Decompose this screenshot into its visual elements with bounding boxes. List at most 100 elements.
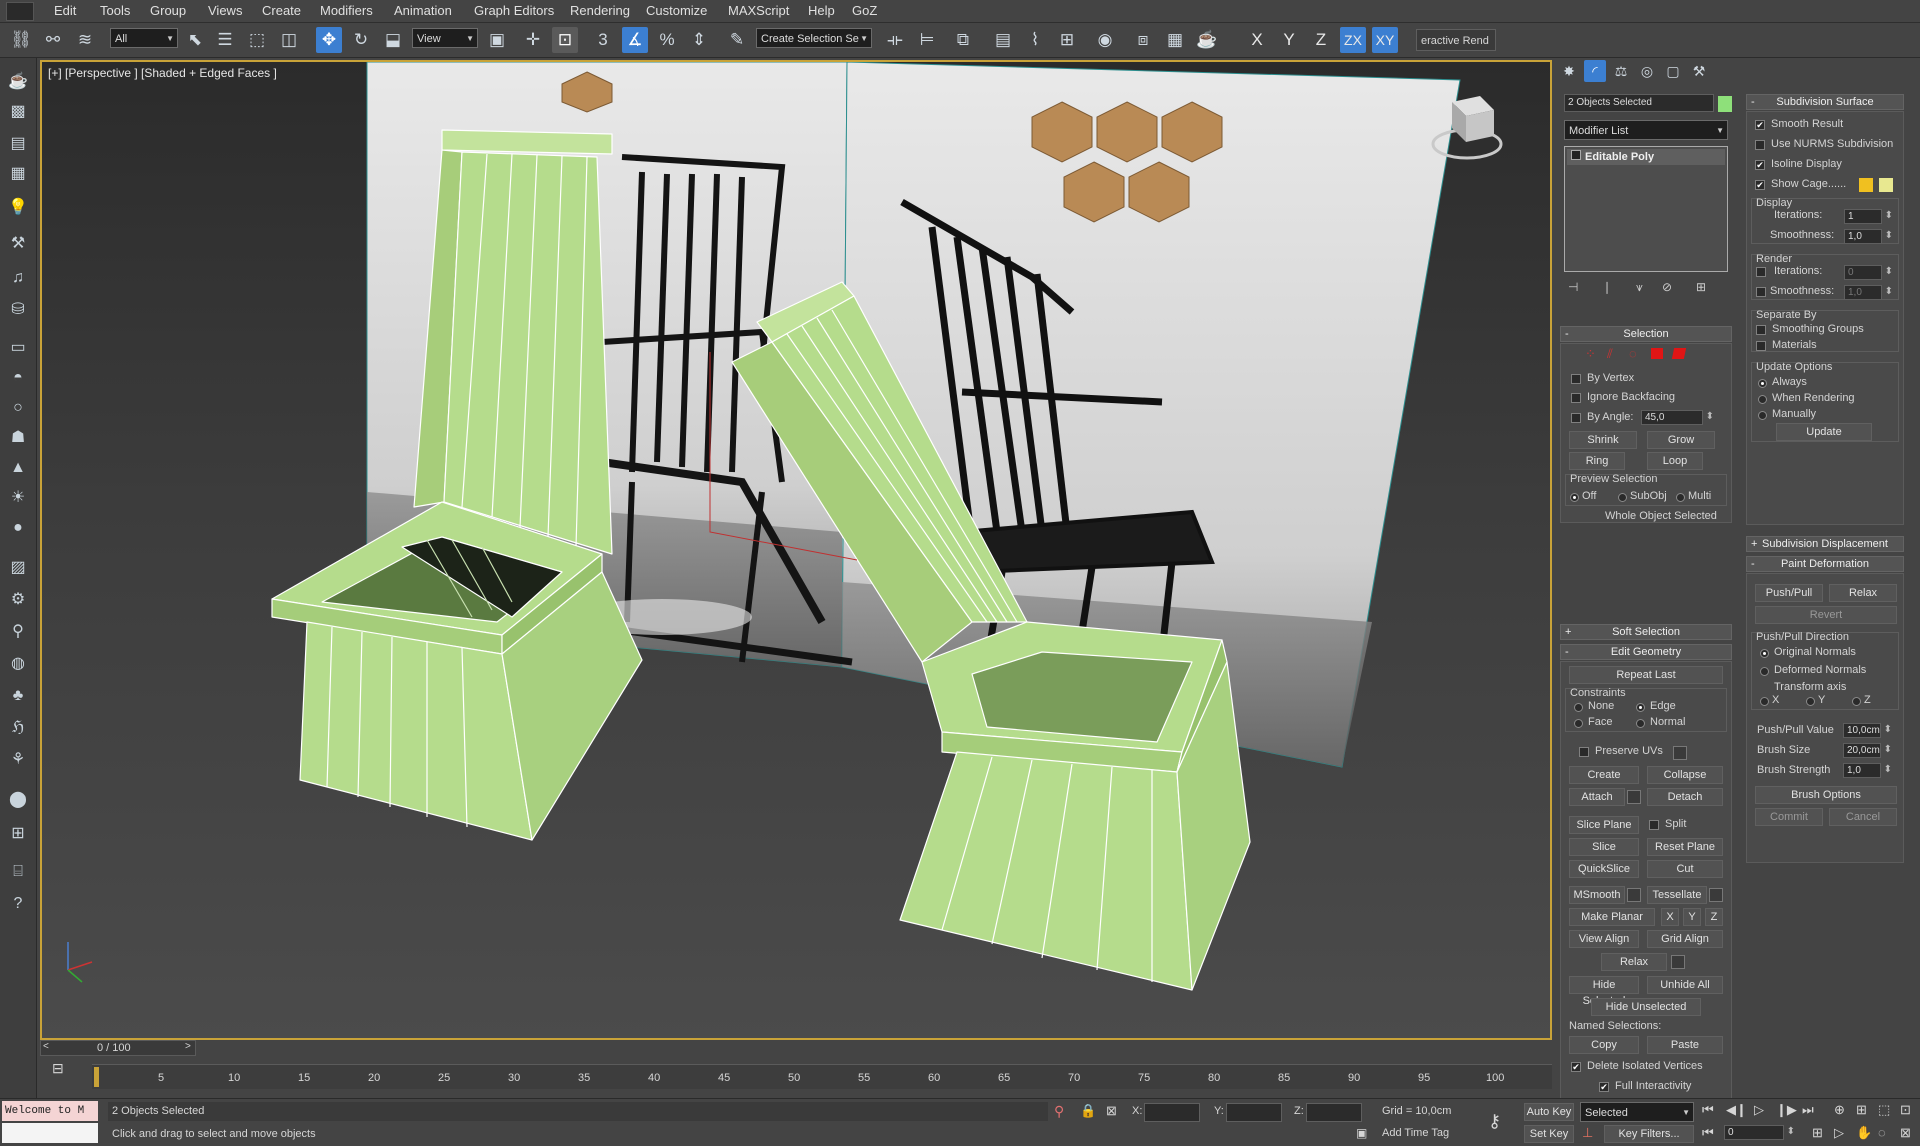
help-icon[interactable]: ? (6, 892, 30, 916)
sun-icon[interactable]: ☀ (6, 486, 30, 510)
selection-filter-dropdown[interactable]: All (110, 28, 178, 49)
rect-selection-icon[interactable]: ⬚ (244, 27, 270, 53)
by-angle-checkbox[interactable] (1571, 413, 1581, 423)
subdivision-surface-header[interactable]: - Subdivision Surface (1746, 94, 1904, 110)
key-mode-dropdown[interactable]: Selected (1580, 1102, 1694, 1123)
border-mode-icon[interactable]: ◌ (1629, 346, 1637, 361)
time-slider-next-icon[interactable]: > (185, 1041, 191, 1052)
unhide-all-button[interactable]: Unhide All (1647, 976, 1723, 994)
hide-selected-button[interactable]: Hide Selected (1569, 976, 1639, 1007)
by-vertex-checkbox[interactable] (1571, 374, 1581, 384)
calendar-icon[interactable]: ▦ (6, 162, 30, 186)
materials-checkbox[interactable] (1756, 341, 1766, 351)
repeat-last-button[interactable]: Repeat Last (1569, 666, 1723, 684)
full-interactivity-checkbox[interactable]: ✔ (1599, 1082, 1609, 1092)
select-object-icon[interactable]: ⬉ (182, 27, 208, 53)
paint-deformation-header[interactable]: - Paint Deformation (1746, 556, 1904, 572)
menu-animation[interactable]: Animation (394, 3, 452, 18)
object-name-field[interactable]: 2 Objects Selected (1564, 94, 1725, 112)
time-config-icon[interactable]: ⊞ (1812, 1125, 1823, 1141)
ignore-backfacing-checkbox[interactable] (1571, 393, 1581, 403)
edit-geometry-rollout-header[interactable]: - Edit Geometry (1560, 644, 1732, 660)
preserve-uvs-checkbox[interactable] (1579, 747, 1589, 757)
tessellate-button[interactable]: Tessellate (1647, 886, 1707, 904)
make-unique-icon[interactable]: ⩛ (1636, 280, 1643, 295)
field-of-view-icon[interactable]: ▷ (1834, 1125, 1844, 1141)
angle-snap-icon[interactable]: ∡ (622, 27, 648, 53)
rendered-frame-icon[interactable]: ▦ (1162, 27, 1188, 53)
update-manually-radio[interactable] (1758, 411, 1767, 420)
unlink-icon[interactable]: ⚯ (40, 27, 66, 53)
menu-modifiers[interactable]: Modifiers (320, 3, 373, 18)
hierarchy-tab-icon[interactable]: ⚖ (1610, 60, 1632, 82)
planar-x-button[interactable]: X (1661, 908, 1679, 926)
zoom-extents-all-icon[interactable]: ⊡ (1900, 1102, 1911, 1118)
msmooth-button[interactable]: MSmooth (1569, 886, 1625, 904)
set-key-button[interactable]: Set Key (1524, 1125, 1574, 1143)
stack-expand-icon[interactable] (1571, 150, 1581, 160)
link-icon[interactable]: ⛓ (8, 27, 34, 53)
layer-manager-icon[interactable]: ⧉ (950, 27, 976, 53)
update-always-radio[interactable] (1758, 379, 1767, 388)
display-tab-icon[interactable]: ▢ (1662, 60, 1684, 82)
sphere-icon[interactable]: ○ (6, 396, 30, 420)
lock-selection-icon[interactable]: 🔒 (1080, 1103, 1096, 1119)
smooth-result-checkbox[interactable]: ✔ (1755, 120, 1765, 130)
constraint-face-radio[interactable] (1574, 719, 1583, 728)
orbit-icon[interactable]: ◌ (1878, 1125, 1886, 1140)
grid-align-button[interactable]: Grid Align (1647, 930, 1723, 948)
menu-graph-editors[interactable]: Graph Editors (474, 3, 554, 18)
goto-end-icon[interactable]: ⏭ (1802, 1102, 1814, 1118)
globe-icon[interactable]: ◍ (6, 652, 30, 676)
element-mode-icon[interactable] (1671, 348, 1687, 359)
vertex-mode-icon[interactable]: ⁘ (1585, 346, 1596, 362)
axis-z-radio[interactable] (1852, 697, 1861, 706)
goto-start-icon[interactable]: ⏮ (1702, 1102, 1714, 1118)
box-icon[interactable]: ▭ (6, 336, 30, 360)
pan-icon[interactable]: ✋ (1856, 1125, 1872, 1141)
axis-y-radio[interactable] (1806, 697, 1815, 706)
cut-button[interactable]: Cut (1647, 860, 1723, 878)
render-iterations-spinner[interactable]: 0 (1844, 265, 1893, 280)
edge-mode-icon[interactable]: ⫽ (1607, 346, 1613, 362)
script-icon[interactable]: ⌸ (6, 860, 30, 884)
absolute-mode-icon[interactable]: ⊠ (1106, 1103, 1117, 1119)
scene-explorer-icon[interactable]: ▤ (6, 132, 30, 156)
selection-rollout-header[interactable]: - Selection (1560, 326, 1732, 342)
modify-tab-icon[interactable]: ◜ (1584, 60, 1606, 82)
z-coord-field[interactable] (1306, 1103, 1362, 1122)
preserve-uvs-settings-icon[interactable] (1673, 746, 1687, 760)
scale-icon[interactable]: ⬓ (380, 27, 406, 53)
rotate-icon[interactable]: ↻ (348, 27, 374, 53)
select-by-name-icon[interactable]: ☰ (212, 27, 238, 53)
create-tab-icon[interactable]: ✸ (1558, 60, 1580, 82)
teapot-shape-icon[interactable]: ☗ (6, 426, 30, 450)
planar-z-button[interactable]: Z (1705, 908, 1723, 926)
axis-x-button[interactable]: X (1244, 27, 1270, 53)
render-smoothness-spinner[interactable]: 1,0 (1844, 285, 1893, 300)
menu-edit[interactable]: Edit (54, 3, 76, 18)
show-end-result-icon[interactable]: ❘ (1602, 280, 1612, 294)
teapot-icon[interactable]: ☕ (6, 70, 30, 94)
geo-sphere-icon[interactable]: ● (6, 516, 30, 540)
modifier-list-dropdown[interactable]: Modifier List (1564, 120, 1728, 141)
hemisphere-icon[interactable]: ◓ (6, 366, 30, 390)
maxscript-input[interactable] (2, 1123, 98, 1143)
zoom-all-icon[interactable]: ⊞ (1856, 1102, 1867, 1118)
revert-button[interactable]: Revert (1755, 606, 1897, 624)
render-smoothness-checkbox[interactable] (1756, 287, 1766, 297)
menu-goz[interactable]: GoZ (852, 3, 877, 18)
display-iterations-spinner[interactable]: 1 (1844, 209, 1893, 224)
particle-icon[interactable]: ⚙ (6, 588, 30, 612)
mini-curve-editor-icon[interactable]: ⊟ (52, 1060, 64, 1077)
constraint-edge-radio[interactable] (1636, 703, 1645, 712)
display-smoothness-spinner[interactable]: 1,0 (1844, 229, 1893, 244)
update-when-rendering-radio[interactable] (1758, 395, 1767, 404)
planar-y-button[interactable]: Y (1683, 908, 1701, 926)
menu-maxscript[interactable]: MAXScript (728, 3, 789, 18)
curve-editor-icon[interactable]: ⌇ (1022, 27, 1048, 53)
pin-icon[interactable]: ⚲ (1054, 1103, 1064, 1120)
zoom-extents-icon[interactable]: ⬚ (1878, 1102, 1890, 1118)
delete-isolated-checkbox[interactable]: ✔ (1571, 1062, 1581, 1072)
constraint-normal-radio[interactable] (1636, 719, 1645, 728)
